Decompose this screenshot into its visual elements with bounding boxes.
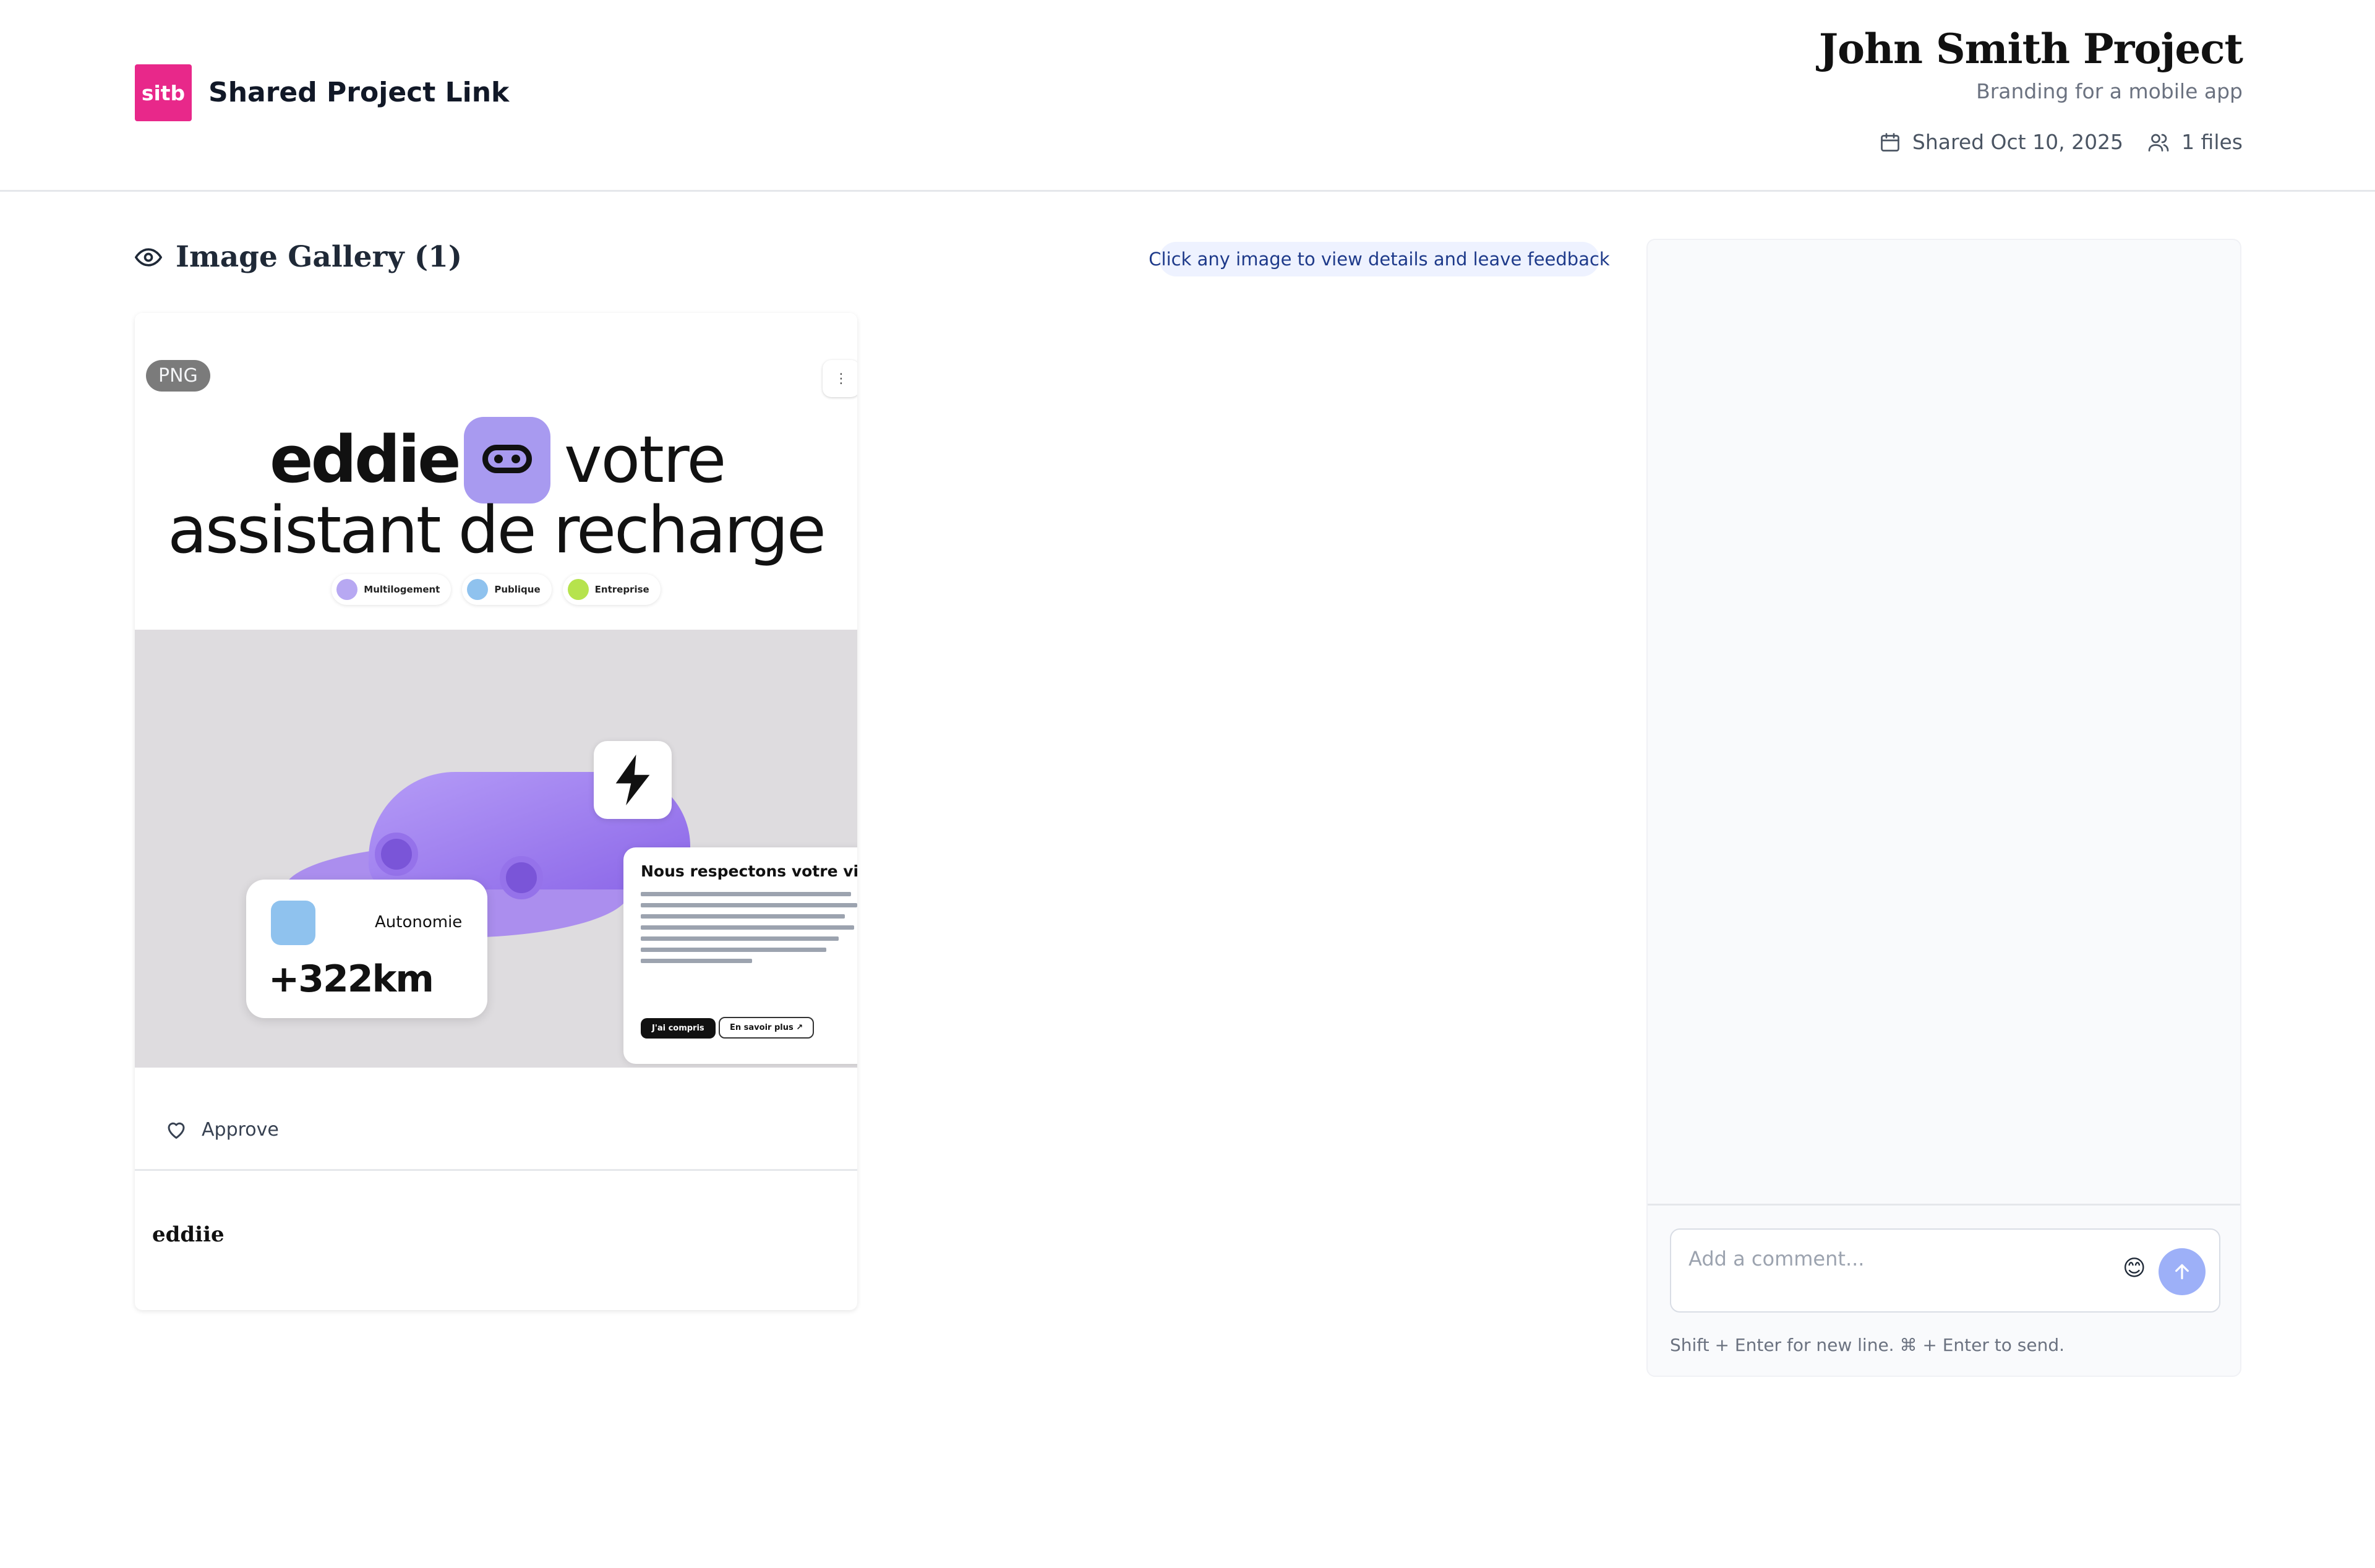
autonomy-label: Autonomie: [375, 913, 463, 932]
cookie-title: Nous respectons votre vie p: [641, 862, 857, 880]
car-wheel: [500, 856, 543, 899]
image-card[interactable]: PNG ⋮ eddie votre assistant de recharge …: [135, 313, 857, 1310]
cookie-banner: Nous respectons votre vie p J'ai compris…: [623, 847, 857, 1064]
shared-date-text: Shared Oct 10, 2025: [1912, 130, 2124, 154]
image-menu-button[interactable]: ⋮: [823, 360, 857, 397]
heart-icon: [168, 1122, 185, 1139]
project-title: John Smith Project: [1818, 25, 2243, 73]
project-subtitle: Branding for a mobile app: [1976, 79, 2243, 103]
page-header: sitb Shared Project Link John Smith Proj…: [0, 0, 2375, 192]
files-count: 1 files: [2147, 130, 2243, 154]
comments-panel: 😊 Shift + Enter for new line. ⌘ + Enter …: [1646, 239, 2241, 1377]
artwork-chips: Multilogement Publique Entreprise: [135, 574, 857, 605]
chip-multilogement: Multilogement: [332, 574, 451, 605]
comment-hint: Shift + Enter for new line. ⌘ + Enter to…: [1670, 1335, 2065, 1355]
image-thumbnail[interactable]: PNG ⋮ eddie votre assistant de recharge …: [135, 313, 857, 1068]
cookie-more-button: En savoir plus ↗: [719, 1017, 815, 1039]
comments-divider: [1648, 1204, 2240, 1206]
artwork-brand-word: eddie: [270, 422, 461, 497]
comment-composer[interactable]: 😊: [1670, 1228, 2220, 1313]
send-button[interactable]: [2159, 1248, 2206, 1295]
files-count-text: 1 files: [2181, 130, 2243, 154]
brand-title: Shared Project Link: [208, 77, 510, 108]
artwork-headline-line2: assistant de recharge: [168, 492, 826, 568]
cookie-text-lines: [641, 892, 857, 970]
artwork-scene: Autonomie +322km Nous respectons votre v…: [135, 630, 857, 1068]
comment-input[interactable]: [1688, 1247, 2109, 1270]
arrow-up-icon: [2175, 1264, 2189, 1280]
cookie-accept-button: J'ai compris: [641, 1018, 716, 1039]
gallery-hint: Click any image to view details and leav…: [1149, 242, 1610, 276]
file-type-badge: PNG: [146, 360, 210, 392]
robot-logo-icon: [464, 417, 550, 503]
artwork-headline-end: votre: [564, 422, 726, 497]
chip-publique: Publique: [462, 574, 552, 605]
approve-label: Approve: [202, 1118, 279, 1141]
image-name: eddiie: [152, 1222, 225, 1247]
car-wheel: [375, 833, 418, 876]
brand-logo: sitb: [135, 64, 192, 121]
gallery-heading: Image Gallery (1): [135, 240, 462, 274]
project-meta: Shared Oct 10, 2025 1 files: [1879, 130, 2243, 154]
eye-icon: [135, 247, 162, 267]
speedometer-icon: [271, 901, 315, 945]
bolt-icon: [594, 741, 672, 819]
calendar-icon: [1881, 132, 1899, 152]
card-divider: [135, 1169, 857, 1171]
users-icon: [2148, 134, 2169, 152]
shared-date: Shared Oct 10, 2025: [1879, 130, 2123, 154]
autonomy-card: Autonomie +322km: [246, 880, 487, 1018]
approve-button[interactable]: Approve: [165, 1118, 279, 1141]
gallery-title: Image Gallery (1): [176, 240, 463, 274]
emoji-picker-button[interactable]: 😊: [2123, 1256, 2146, 1281]
autonomy-value: +322km: [268, 958, 434, 1001]
chip-entreprise: Entreprise: [562, 574, 661, 605]
